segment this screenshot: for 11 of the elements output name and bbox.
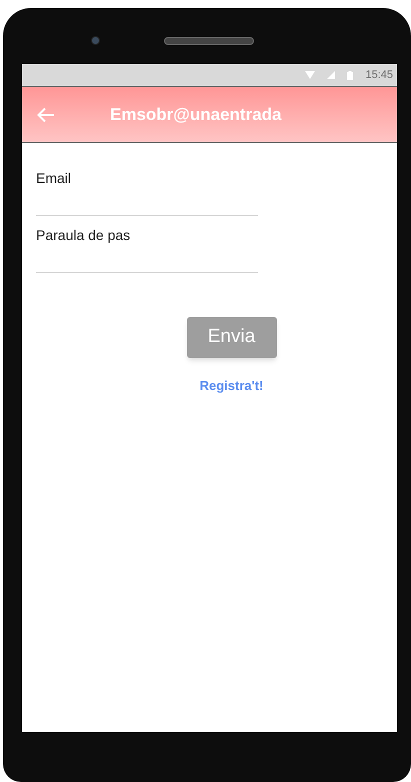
app-title: Emsobr@unaentrada — [110, 104, 282, 126]
battery-icon — [347, 70, 354, 80]
email-field[interactable]: Email — [36, 161, 258, 216]
status-time: 15:45 — [365, 68, 393, 83]
signal-icon — [327, 71, 336, 79]
wifi-icon — [305, 71, 316, 79]
camera-icon — [91, 36, 100, 45]
submit-button[interactable]: Envia — [186, 317, 276, 358]
password-field[interactable]: Paraula de pas — [36, 218, 258, 273]
back-arrow-icon[interactable] — [37, 106, 55, 122]
register-link[interactable]: Registra't! — [200, 376, 264, 396]
